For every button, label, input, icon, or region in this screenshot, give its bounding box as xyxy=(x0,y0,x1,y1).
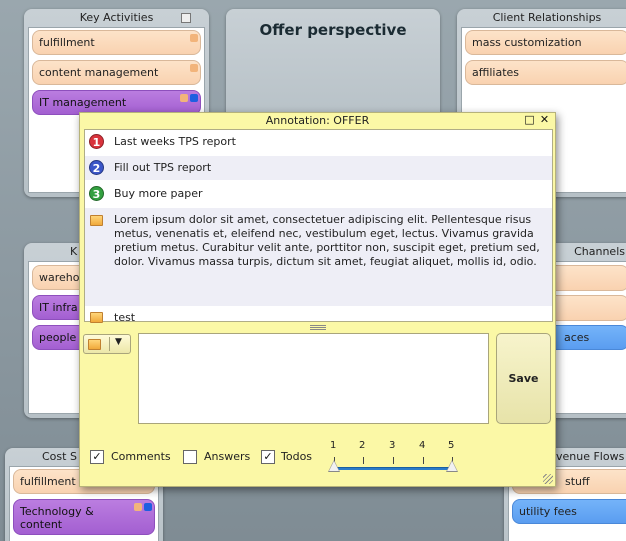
note-text: IT infra xyxy=(39,301,78,314)
priority-3-icon: 3 xyxy=(89,186,104,201)
save-button[interactable]: Save xyxy=(496,333,551,424)
list-item[interactable]: 3 Buy more paper xyxy=(85,182,552,206)
range-slider-track[interactable] xyxy=(335,467,451,470)
slider-tick xyxy=(393,457,394,464)
note-text: aces xyxy=(564,331,590,344)
slider-tick xyxy=(423,457,424,464)
list-item[interactable]: Lorem ipsum dolor sit amet, consectetuer… xyxy=(85,208,552,306)
priority-2-icon: 2 xyxy=(89,160,104,175)
todos-label: Todos xyxy=(281,450,313,463)
slider-tick-label: 2 xyxy=(359,440,366,451)
item-text: Last weeks TPS report xyxy=(114,135,236,148)
note-text: IT management xyxy=(39,96,127,109)
list-item[interactable]: 2 Fill out TPS report xyxy=(85,156,552,180)
window-title: Annotation: OFFER xyxy=(265,114,370,127)
tag-icon xyxy=(144,503,152,511)
item-text: test xyxy=(114,311,136,324)
priority-1-icon: 1 xyxy=(89,134,104,149)
item-text: Lorem ipsum dolor sit amet, consectetuer… xyxy=(114,213,540,268)
tag-icon xyxy=(134,503,142,511)
note-text: mass customization xyxy=(472,36,582,49)
comment-icon xyxy=(88,339,101,350)
panel-title: Offer perspective xyxy=(259,21,407,39)
todos-checkbox[interactable]: ✓ xyxy=(261,450,275,464)
item-text: Fill out TPS report xyxy=(114,161,212,174)
note-text: utility fees xyxy=(519,505,577,518)
slider-tick-label: 3 xyxy=(389,440,396,451)
slider-max-handle[interactable] xyxy=(446,460,458,472)
annotation-input[interactable] xyxy=(138,333,489,424)
slider-tick-label: 4 xyxy=(419,440,426,451)
slider-tick-label: 5 xyxy=(448,440,455,451)
comments-checkbox[interactable]: ✓ xyxy=(90,450,104,464)
annotation-list[interactable]: 1 Last weeks TPS report 2 Fill out TPS r… xyxy=(84,129,553,324)
note[interactable]: mass customization xyxy=(465,30,626,55)
window-titlebar[interactable]: Annotation: OFFER □ ✕ xyxy=(80,113,555,129)
note[interactable]: Technology & content xyxy=(13,499,155,535)
note-text: content management xyxy=(39,66,159,79)
panel-title: Client Relationships xyxy=(492,11,602,24)
note-text: wareho xyxy=(39,271,80,284)
slider-min-handle[interactable] xyxy=(328,460,340,472)
comments-label: Comments xyxy=(111,450,171,463)
tag-icon xyxy=(190,34,198,42)
slider-tick xyxy=(363,457,364,464)
note[interactable]: utility fees xyxy=(512,499,626,524)
splitter-handle[interactable] xyxy=(310,325,326,330)
close-icon[interactable]: ✕ xyxy=(539,114,550,126)
tag-icon xyxy=(190,94,198,102)
note-text: fulfillment xyxy=(39,36,95,49)
answers-checkbox[interactable] xyxy=(183,450,197,464)
note-text: fulfillment xyxy=(20,475,76,488)
note[interactable]: content management xyxy=(32,60,201,85)
note[interactable]: fulfillment xyxy=(32,30,201,55)
note-text: Technology & content xyxy=(20,505,94,531)
note[interactable]: affiliates xyxy=(465,60,626,85)
annotation-window: Annotation: OFFER □ ✕ 1 Last weeks TPS r… xyxy=(79,112,556,487)
comment-icon xyxy=(90,312,103,323)
note-text: affiliates xyxy=(472,66,520,79)
resize-grip-icon[interactable] xyxy=(543,474,553,484)
note-text: people xyxy=(39,331,77,344)
tag-icon xyxy=(180,94,188,102)
annotation-type-dropdown[interactable]: ▼ xyxy=(83,334,131,354)
list-item[interactable]: 1 Last weeks TPS report xyxy=(85,130,552,154)
note-text: stuff xyxy=(565,475,590,488)
panel-offer: Offer perspective xyxy=(226,9,440,129)
chevron-down-icon: ▼ xyxy=(115,337,122,347)
tag-icon xyxy=(190,64,198,72)
item-text: Buy more paper xyxy=(114,187,203,200)
maximize-icon[interactable]: □ xyxy=(524,114,535,126)
panel-menu-icon[interactable] xyxy=(181,13,191,23)
slider-tick-label: 1 xyxy=(330,440,337,451)
answers-label: Answers xyxy=(204,450,251,463)
comment-icon xyxy=(90,215,103,226)
